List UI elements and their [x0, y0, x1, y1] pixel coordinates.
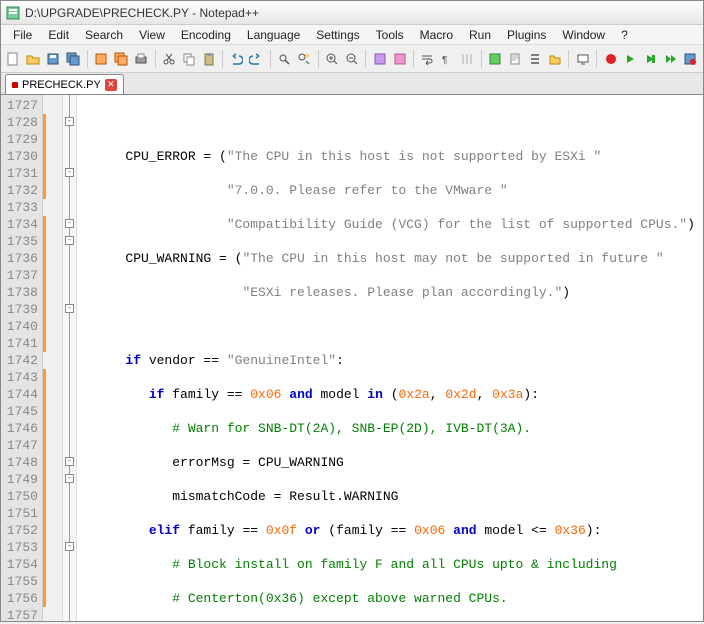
- toolbar-separator: [222, 50, 223, 68]
- menu-run[interactable]: Run: [461, 26, 499, 44]
- cut-icon[interactable]: [160, 49, 177, 69]
- editor: 1727172817291730173117321733173417351736…: [1, 95, 703, 621]
- sync-h-icon[interactable]: [391, 49, 408, 69]
- copy-icon[interactable]: [180, 49, 197, 69]
- line-gutter: 1727172817291730173117321733173417351736…: [1, 95, 43, 621]
- svg-text:¶: ¶: [442, 55, 447, 66]
- show-chars-icon[interactable]: ¶: [439, 49, 456, 69]
- close-icon[interactable]: [93, 49, 110, 69]
- stop-icon[interactable]: [642, 49, 659, 69]
- menu-file[interactable]: File: [5, 26, 40, 44]
- toolbar-separator: [568, 50, 569, 68]
- undo-icon[interactable]: [228, 49, 245, 69]
- redo-icon[interactable]: [248, 49, 265, 69]
- tab-label: PRECHECK.PY: [22, 79, 101, 91]
- save-icon[interactable]: [45, 49, 62, 69]
- toolbar-separator: [155, 50, 156, 68]
- find-icon[interactable]: [276, 49, 293, 69]
- tab-precheck[interactable]: PRECHECK.PY ✕: [5, 74, 124, 94]
- menu-window[interactable]: Window: [554, 26, 613, 44]
- menu-encoding[interactable]: Encoding: [173, 26, 239, 44]
- menu-plugins[interactable]: Plugins: [499, 26, 554, 44]
- app-icon: [5, 5, 21, 21]
- change-margin: [43, 95, 63, 621]
- new-file-icon[interactable]: [5, 49, 22, 69]
- tabbar: PRECHECK.PY ✕: [1, 73, 703, 95]
- folder-icon[interactable]: [547, 49, 564, 69]
- menu-help[interactable]: ?: [613, 26, 636, 44]
- indent-guide-icon[interactable]: [459, 49, 476, 69]
- code-area[interactable]: CPU_ERROR = ("The CPU in this host is no…: [77, 95, 703, 621]
- menu-view[interactable]: View: [131, 26, 173, 44]
- open-file-icon[interactable]: [25, 49, 42, 69]
- lang-icon[interactable]: [487, 49, 504, 69]
- play-multi-icon[interactable]: [662, 49, 679, 69]
- replace-icon[interactable]: [296, 49, 313, 69]
- menubar: File Edit Search View Encoding Language …: [1, 25, 703, 45]
- toolbar-separator: [596, 50, 597, 68]
- zoom-out-icon[interactable]: [343, 49, 360, 69]
- window-title: D:\UPGRADE\PRECHECK.PY - Notepad++: [25, 6, 259, 20]
- toolbar-separator: [481, 50, 482, 68]
- func-list-icon[interactable]: [527, 49, 544, 69]
- menu-tools[interactable]: Tools: [368, 26, 412, 44]
- toolbar-separator: [87, 50, 88, 68]
- menu-search[interactable]: Search: [77, 26, 131, 44]
- menu-settings[interactable]: Settings: [308, 26, 367, 44]
- menu-language[interactable]: Language: [239, 26, 308, 44]
- toolbar: ¶: [1, 45, 703, 73]
- record-icon[interactable]: [602, 49, 619, 69]
- play-icon[interactable]: [622, 49, 639, 69]
- toolbar-separator: [413, 50, 414, 68]
- save-all-icon[interactable]: [65, 49, 82, 69]
- close-tab-icon[interactable]: ✕: [105, 79, 117, 91]
- doc-map-icon[interactable]: [507, 49, 524, 69]
- menu-edit[interactable]: Edit: [40, 26, 77, 44]
- wordwrap-icon[interactable]: [419, 49, 436, 69]
- print-icon[interactable]: [133, 49, 150, 69]
- fold-column: --------: [63, 95, 77, 621]
- titlebar: D:\UPGRADE\PRECHECK.PY - Notepad++: [1, 1, 703, 25]
- paste-icon[interactable]: [200, 49, 217, 69]
- save-macro-icon[interactable]: [682, 49, 699, 69]
- zoom-in-icon[interactable]: [323, 49, 340, 69]
- toolbar-separator: [365, 50, 366, 68]
- sync-v-icon[interactable]: [371, 49, 388, 69]
- toolbar-separator: [318, 50, 319, 68]
- close-all-icon[interactable]: [113, 49, 130, 69]
- monitor-icon[interactable]: [574, 49, 591, 69]
- modified-dot-icon: [12, 82, 18, 88]
- menu-macro[interactable]: Macro: [412, 26, 461, 44]
- toolbar-separator: [270, 50, 271, 68]
